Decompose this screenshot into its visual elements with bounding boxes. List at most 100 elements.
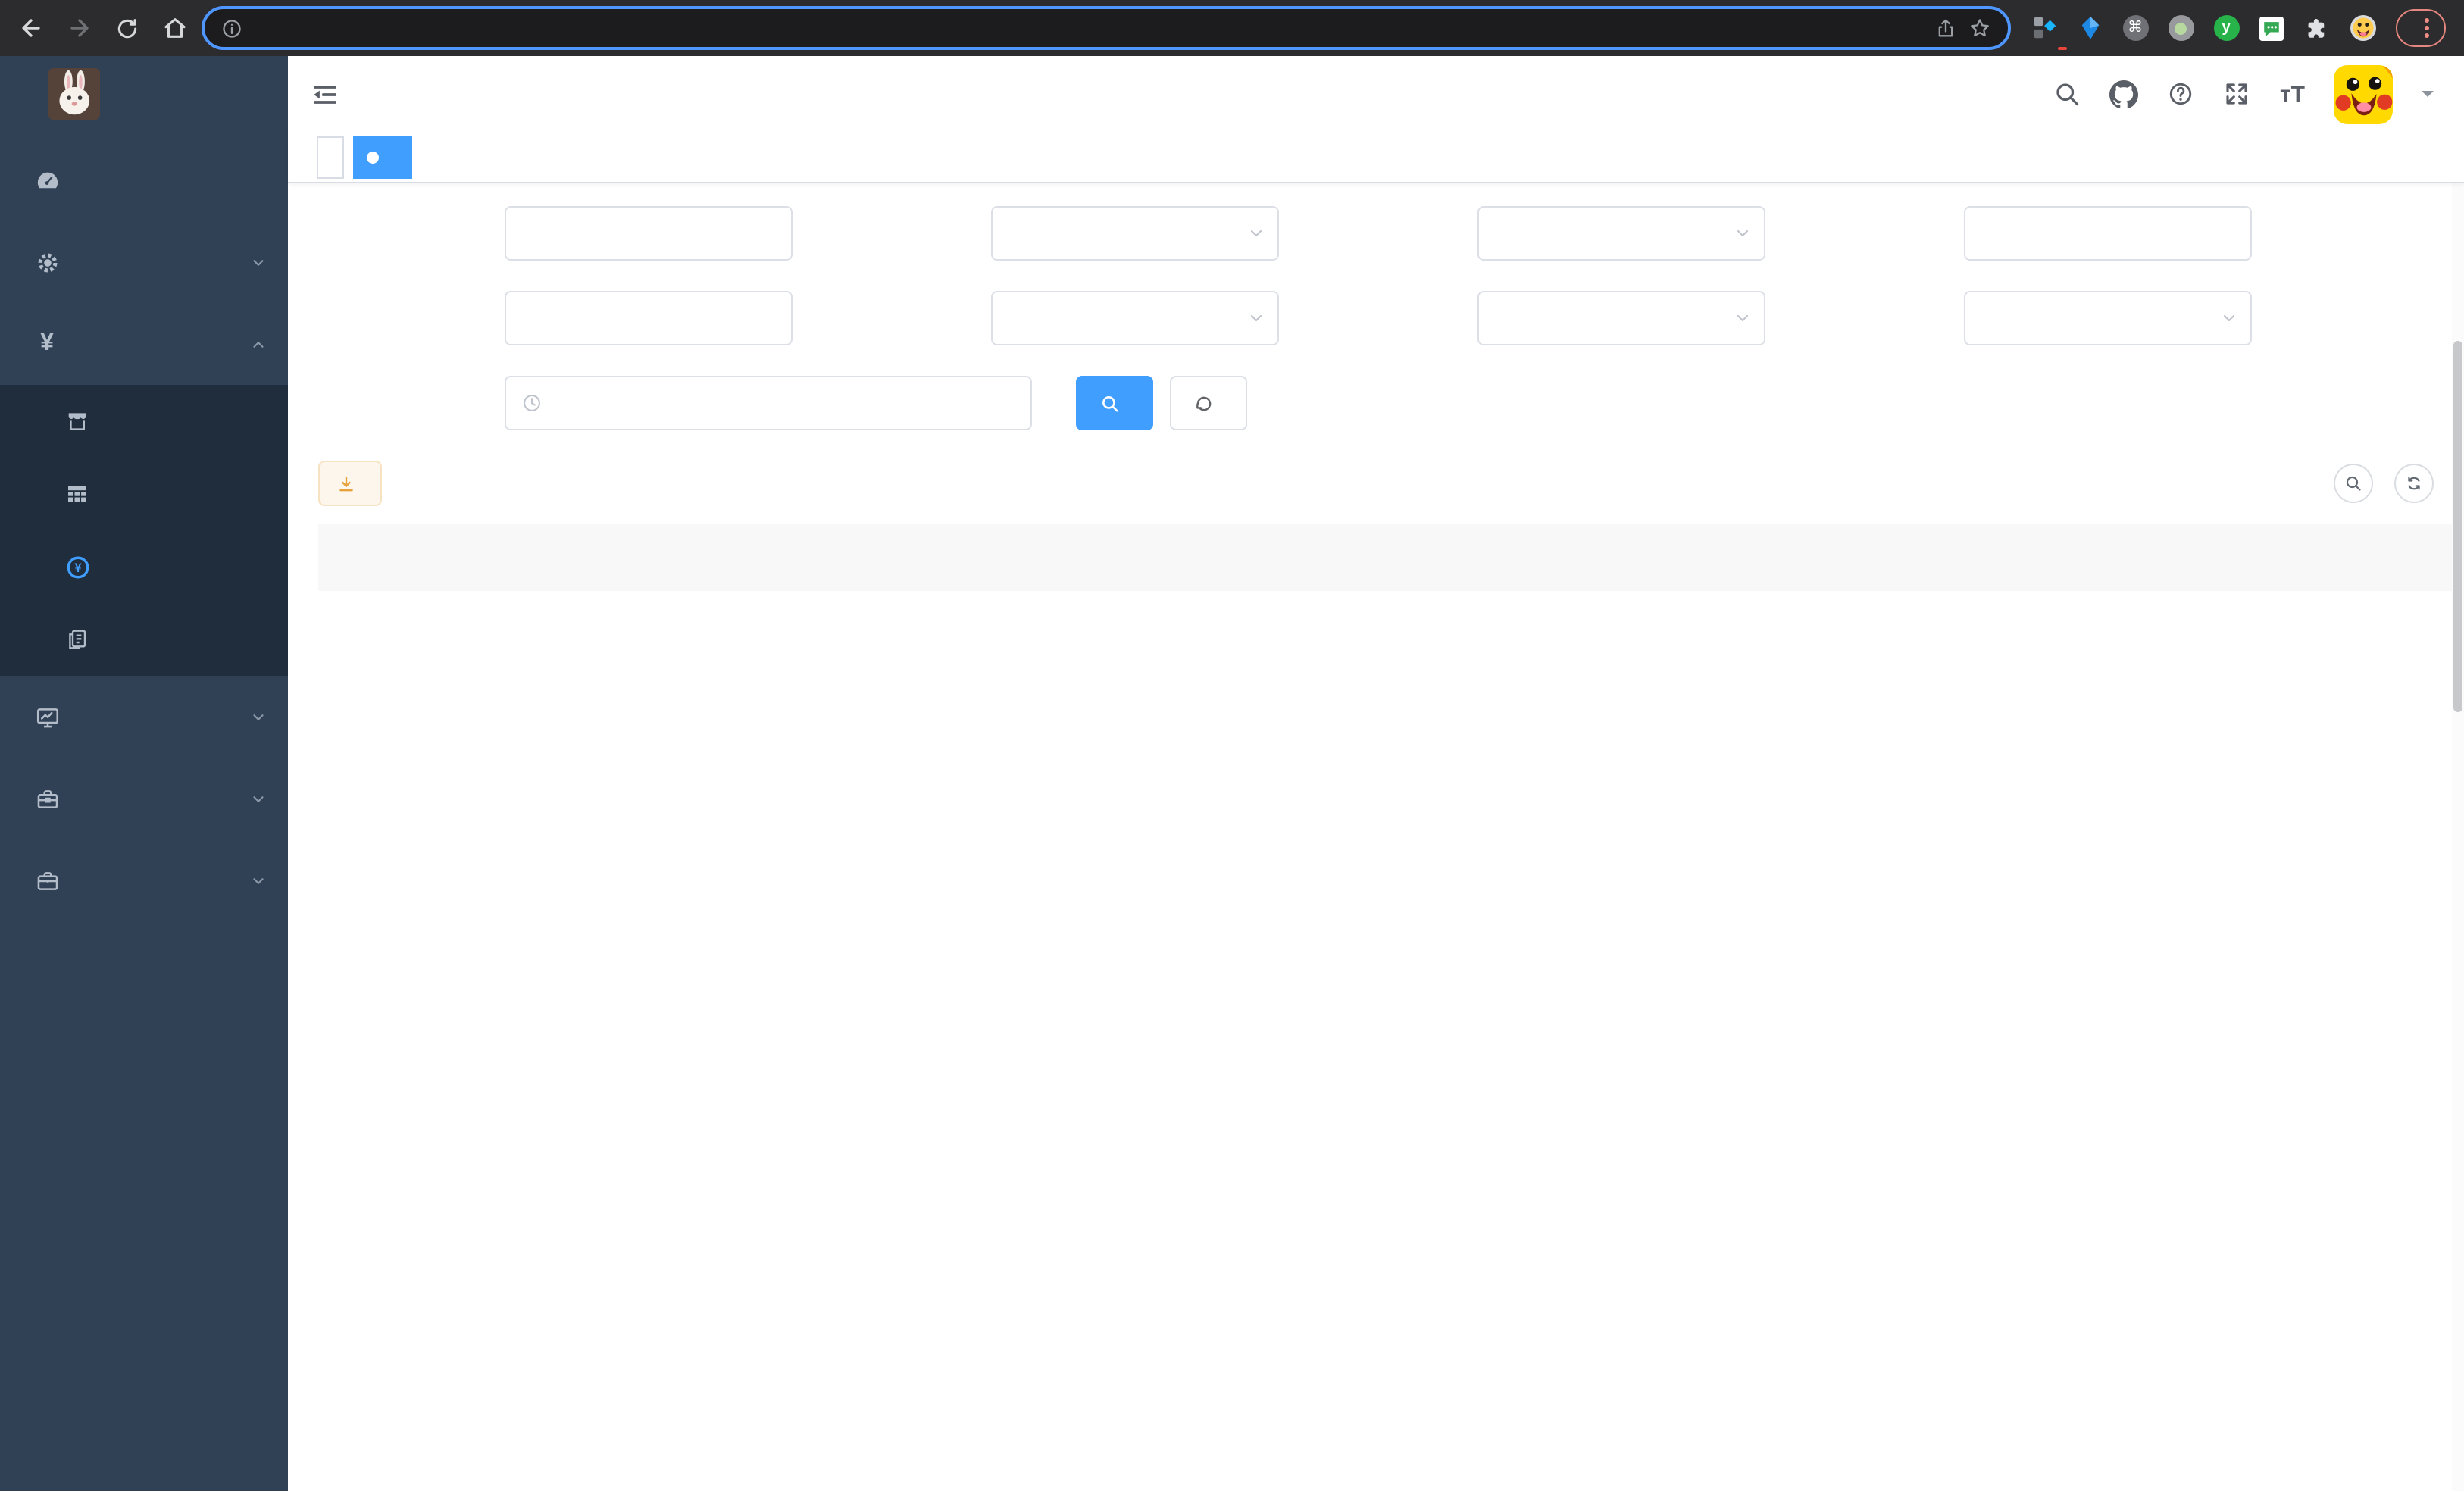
yen-circle-icon: ¥	[59, 554, 95, 580]
bookmark-star-icon[interactable]	[1968, 17, 1991, 39]
col-pay-status	[1744, 524, 1884, 591]
export-button[interactable]	[318, 461, 382, 506]
col-id	[318, 524, 403, 591]
col-create-time	[2023, 524, 2172, 591]
refresh-icon[interactable]	[2394, 464, 2434, 503]
app-logo-row[interactable]	[0, 56, 288, 132]
notify-status-select[interactable]	[1964, 291, 2252, 345]
table-grid-icon	[59, 482, 95, 506]
merchant-order-input[interactable]	[1964, 206, 2252, 261]
back-icon[interactable]	[18, 15, 44, 41]
search-button[interactable]	[1076, 376, 1153, 430]
col-channel	[403, 524, 593, 591]
svg-text:¥: ¥	[73, 561, 80, 574]
hamburger-icon[interactable]	[311, 80, 339, 108]
browser-toolbar: ⌘ y	[0, 0, 2464, 56]
extension-icon-collection[interactable]	[2031, 14, 2067, 49]
scrollbar[interactable]	[2452, 56, 2464, 1491]
sidebar-menu: ¥ ¥	[0, 132, 288, 921]
sidebar-item-app-info[interactable]	[0, 458, 288, 530]
sidebar-item-workflow[interactable]	[0, 839, 288, 921]
filter-row-3	[318, 376, 2434, 430]
reload-icon[interactable]	[115, 16, 139, 40]
fullscreen-icon[interactable]	[2224, 80, 2251, 108]
main-panel: тT	[288, 56, 2464, 1491]
tag-home[interactable]	[317, 136, 344, 178]
extension-badge	[2058, 46, 2067, 49]
app-logo	[48, 68, 100, 120]
sidebar-item-dev-tools[interactable]	[0, 758, 288, 839]
filter-pay-status	[805, 291, 1291, 345]
hide-search-icon[interactable]	[2334, 464, 2373, 503]
home-icon[interactable]	[162, 15, 188, 41]
address-bar[interactable]	[202, 6, 2011, 50]
filter-channel-code	[1291, 206, 1778, 261]
avatar[interactable]	[2334, 64, 2393, 123]
merchant-select[interactable]	[505, 206, 793, 261]
forward-icon[interactable]	[67, 15, 92, 41]
extension-icon-balloon[interactable]	[2076, 14, 2103, 42]
chevron-down-icon	[2220, 309, 2238, 327]
page-content	[288, 183, 2464, 1491]
order-table	[318, 524, 2464, 591]
filter-row-1	[318, 206, 2434, 261]
sidebar-submenu-payment: ¥	[0, 385, 288, 676]
col-pay-time	[2172, 524, 2320, 591]
table-header-row	[318, 524, 2464, 591]
app-select[interactable]	[991, 206, 1279, 261]
chevron-down-icon	[1247, 309, 1265, 327]
sidebar-item-system[interactable]	[0, 221, 288, 303]
dashboard-icon	[29, 167, 65, 193]
channel-order-input[interactable]	[505, 291, 793, 345]
chevron-down-icon	[250, 254, 267, 270]
date-range-input[interactable]	[505, 376, 1032, 430]
tags-view	[288, 132, 2464, 183]
refund-status-select[interactable]	[1477, 291, 1765, 345]
extension-icon-emoji[interactable]	[2349, 14, 2376, 42]
github-icon[interactable]	[2109, 80, 2139, 108]
col-amount	[1290, 524, 1441, 591]
chevron-down-icon	[250, 790, 267, 807]
reset-button[interactable]	[1170, 376, 1247, 430]
toolbox-icon	[29, 786, 65, 811]
chevron-down-icon	[1734, 224, 1752, 242]
col-actions	[2320, 524, 2464, 591]
scrollbar-thumb[interactable]	[2453, 341, 2462, 712]
filter-create-time	[318, 376, 1032, 430]
sidebar-item-home[interactable]	[0, 139, 288, 221]
filter-row-2	[318, 291, 2434, 345]
avatar-caret-icon[interactable]	[2422, 91, 2434, 103]
monitor-chart-icon	[29, 704, 65, 730]
extension-icon-recorder[interactable]	[2167, 14, 2194, 42]
tag-pay-order[interactable]	[353, 136, 412, 178]
site-info-icon[interactable]	[221, 17, 242, 39]
sidebar-item-refund-order[interactable]	[0, 603, 288, 676]
filter-merchant	[318, 206, 805, 261]
extension-icon-y-green[interactable]: y	[2212, 14, 2240, 42]
filter-merchant-order-no	[1778, 206, 2264, 261]
col-pay-order	[593, 524, 1047, 591]
pay-status-select[interactable]	[991, 291, 1279, 345]
extension-icon-command[interactable]: ⌘	[2122, 14, 2149, 42]
yen-icon: ¥	[40, 330, 54, 356]
filter-channel-order-no	[318, 291, 805, 345]
extensions-puzzle-icon[interactable]	[2303, 14, 2331, 42]
font-size-icon[interactable]: тT	[2280, 81, 2305, 107]
chevron-up-icon	[250, 336, 267, 352]
sidebar-item-infrastructure[interactable]	[0, 676, 288, 758]
briefcase-icon	[29, 867, 65, 893]
document-icon	[59, 627, 95, 652]
browser-extensions: ⌘ y	[2025, 14, 2382, 49]
sidebar: ¥ ¥	[0, 56, 288, 1491]
channel-code-select[interactable]	[1477, 206, 1765, 261]
extension-icon-chat[interactable]	[2258, 14, 2285, 42]
shop-icon	[59, 409, 95, 433]
sidebar-item-merchant-info[interactable]	[0, 385, 288, 458]
share-icon[interactable]	[1935, 17, 1956, 39]
help-icon[interactable]	[2168, 80, 2195, 108]
browser-update-button[interactable]	[2396, 9, 2446, 47]
browser-menu-icon[interactable]	[2425, 18, 2429, 38]
sidebar-item-payment[interactable]: ¥	[0, 303, 288, 385]
sidebar-item-pay-order[interactable]: ¥	[0, 530, 288, 603]
search-icon[interactable]	[2054, 80, 2081, 108]
